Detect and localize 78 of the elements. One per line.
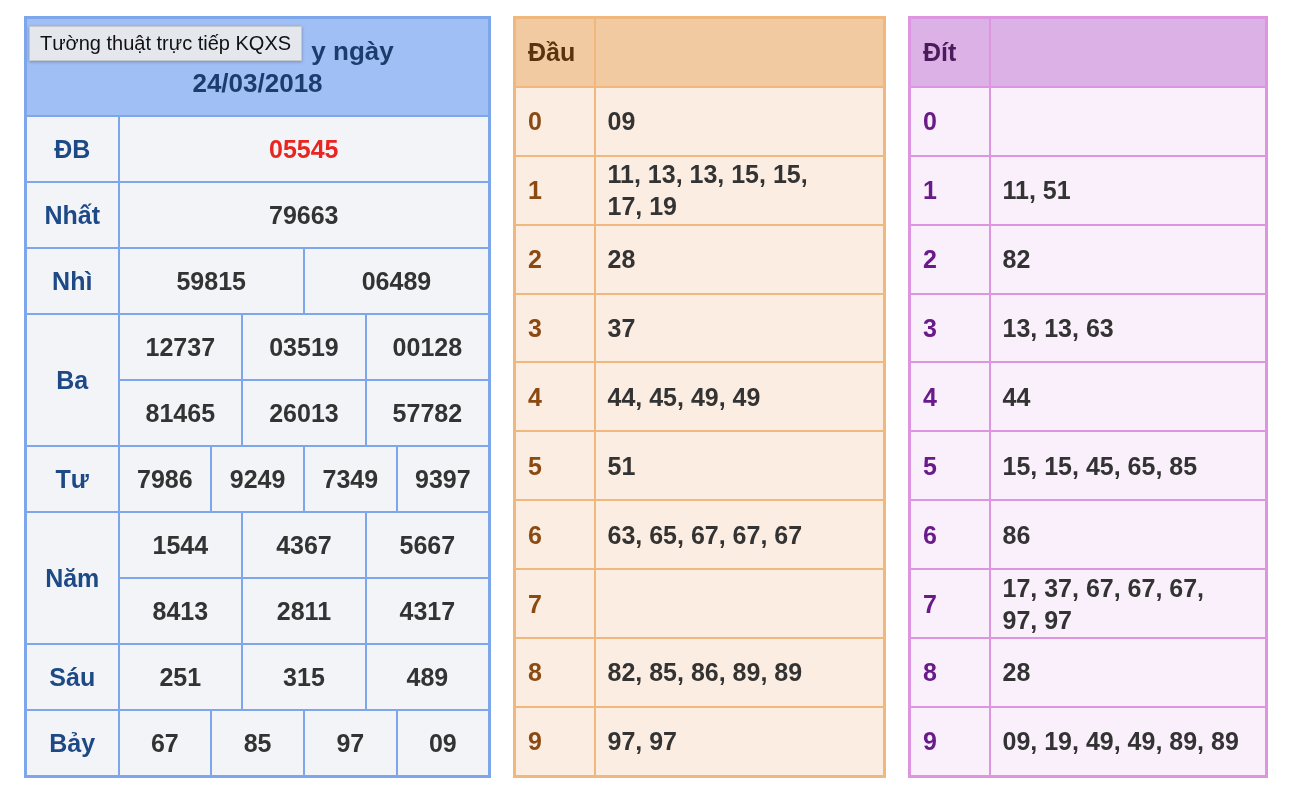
table-cell: 09	[396, 710, 490, 777]
digit-cell: 5	[514, 431, 595, 501]
table-cell: 7349	[303, 446, 397, 512]
digit-cell: 7	[514, 569, 595, 639]
table-cell: 59815	[118, 248, 304, 314]
digit-cell: 1	[514, 155, 595, 225]
table-cell: 9397	[396, 446, 490, 512]
table-cell: 79663	[118, 182, 490, 248]
digit-cell: 9	[514, 706, 595, 777]
table-title: y ngày	[311, 36, 394, 66]
table-date: 24/03/2018	[192, 68, 323, 98]
tooltip: Tường thuật trực tiếp KQXS	[29, 26, 303, 61]
prize-label: Năm	[25, 512, 119, 644]
table-cell: 8413	[118, 578, 243, 644]
table-cell: 28	[594, 224, 885, 294]
table-cell: 63, 65, 67, 67, 67	[594, 500, 885, 570]
digit-cell: 3	[909, 293, 990, 363]
table-cell: 44, 45, 49, 49	[594, 362, 885, 432]
digit-cell: 6	[909, 500, 990, 570]
table-cell: 97	[303, 710, 397, 777]
table-cell: 82	[989, 224, 1267, 294]
table-cell: 5667	[365, 512, 490, 578]
digit-cell: 9	[909, 706, 990, 777]
table-cell: 315	[242, 644, 366, 710]
table-cell: 85	[211, 710, 304, 777]
table-cell: 57782	[365, 380, 490, 446]
table-cell: 12737	[118, 314, 243, 380]
table-cell: 17, 37, 67, 67, 67, 97, 97	[989, 569, 1267, 639]
table-cell: 67	[118, 710, 212, 777]
table-cell: 11, 13, 13, 15, 15, 17, 19	[594, 155, 885, 225]
digit-cell: 6	[514, 500, 595, 570]
prize-label: Bảy	[25, 710, 119, 777]
table-cell: 81465	[118, 380, 243, 446]
table-cell: 09	[594, 86, 885, 156]
prize-label: Nhì	[25, 248, 119, 314]
table-cell: 05545	[118, 116, 490, 182]
digit-cell: 3	[514, 293, 595, 363]
table-cell: 06489	[303, 248, 490, 314]
prize-label: Tư	[25, 446, 119, 512]
table-cell: 7986	[118, 446, 212, 512]
table-cell: 97, 97	[594, 706, 885, 777]
table-cell: 26013	[242, 380, 366, 446]
table-cell: 13, 13, 63	[989, 293, 1267, 363]
prize-label: Sáu	[25, 644, 119, 710]
digit-cell: 8	[909, 638, 990, 707]
table-cell: 11, 51	[989, 155, 1267, 225]
prize-label: Ba	[25, 314, 119, 446]
digit-cell: 2	[514, 224, 595, 294]
prize-label: ĐB	[25, 116, 119, 182]
table-cell: 82, 85, 86, 89, 89	[594, 638, 885, 707]
table-cell: 15, 15, 45, 65, 85	[989, 431, 1267, 501]
digit-cell: 4	[909, 362, 990, 432]
table-cell: 4317	[365, 578, 490, 644]
table-cell: 1544	[118, 512, 243, 578]
digit-cell: 0	[514, 86, 595, 156]
column-header: Đít	[909, 17, 990, 87]
column-header: Đầu	[514, 17, 595, 87]
table-cell: 251	[118, 644, 243, 710]
table-cell: 9249	[211, 446, 304, 512]
table-cell: 03519	[242, 314, 366, 380]
digit-cell: 5	[909, 431, 990, 501]
table-cell: 51	[594, 431, 885, 501]
digit-cell: 2	[909, 224, 990, 294]
digit-cell: 7	[909, 569, 990, 639]
table-cell: 00128	[365, 314, 490, 380]
table-cell: 489	[365, 644, 490, 710]
table-cell: 2811	[242, 578, 366, 644]
digit-cell: 0	[909, 86, 990, 156]
prize-label: Nhất	[25, 182, 119, 248]
digit-cell: 8	[514, 638, 595, 707]
table-cell: 44	[989, 362, 1267, 432]
digit-cell: 4	[514, 362, 595, 432]
table-cell: 37	[594, 293, 885, 363]
table-cell: 28	[989, 638, 1267, 707]
table-cell: 4367	[242, 512, 366, 578]
table-cell: 09, 19, 49, 49, 89, 89	[989, 706, 1267, 777]
table-cell: 86	[989, 500, 1267, 570]
digit-cell: 1	[909, 155, 990, 225]
